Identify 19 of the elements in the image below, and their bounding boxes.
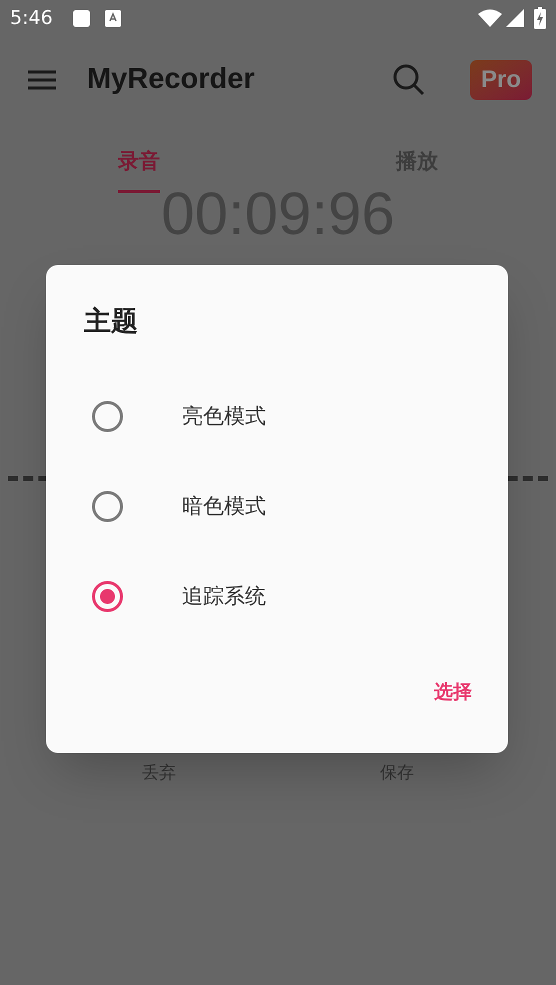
pro-badge[interactable]: Pro — [470, 60, 532, 100]
radio-button[interactable] — [92, 401, 123, 432]
dialog-title: 主题 — [84, 305, 138, 338]
confirm-button[interactable]: 选择 — [434, 678, 472, 707]
notification-icon — [72, 10, 90, 26]
app-title: MyRecorder — [87, 62, 255, 98]
wifi-icon — [478, 9, 502, 27]
battery-icon — [534, 7, 546, 29]
search-icon[interactable] — [392, 63, 426, 97]
radio-button[interactable] — [92, 491, 123, 522]
signal-icon — [506, 9, 524, 27]
radio-option[interactable]: 暗色模式 — [46, 462, 508, 552]
menu-icon[interactable] — [28, 70, 56, 90]
radio-option[interactable]: 追踪系统 — [46, 552, 508, 642]
keyboard-icon — [104, 10, 121, 26]
radio-button[interactable] — [92, 581, 123, 612]
status-time: 5:46 — [10, 6, 53, 31]
radio-option[interactable]: 亮色模式 — [46, 372, 508, 462]
tab[interactable]: 录音 — [0, 124, 278, 200]
